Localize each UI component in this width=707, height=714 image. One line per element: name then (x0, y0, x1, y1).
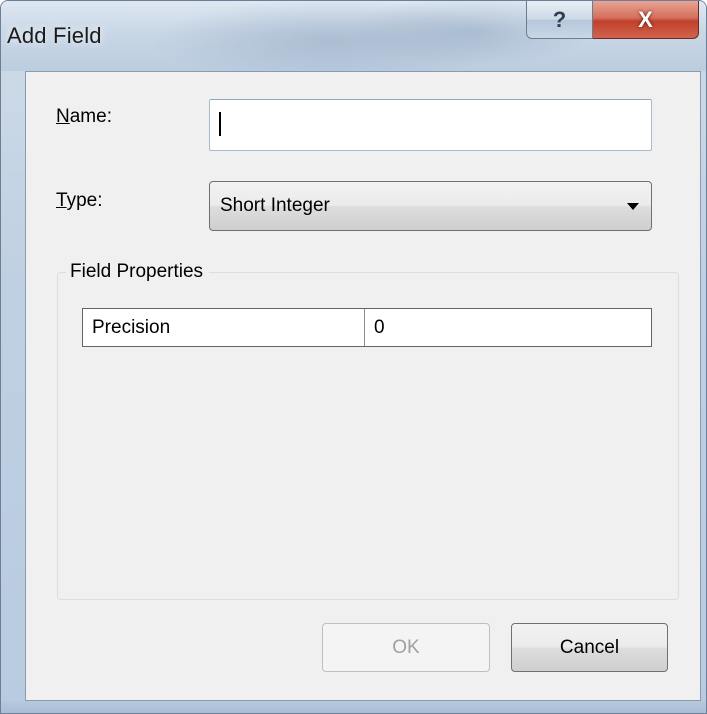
ok-button[interactable]: OK (322, 623, 490, 672)
close-icon: X (638, 6, 653, 32)
type-label: Type: (56, 190, 102, 212)
property-name-cell: Precision (83, 309, 365, 346)
close-button[interactable]: X (593, 1, 699, 39)
type-label-mnemonic: T (56, 190, 67, 211)
add-field-dialog: Add Field ? X Name: Type: Short Integer … (0, 0, 707, 714)
name-label-mnemonic: N (56, 106, 70, 127)
chevron-down-icon[interactable] (627, 203, 639, 210)
help-icon: ? (552, 6, 567, 32)
help-button[interactable]: ? (526, 1, 593, 39)
type-dropdown-value: Short Integer (220, 195, 330, 216)
cancel-button[interactable]: Cancel (511, 623, 668, 672)
name-input[interactable] (209, 99, 652, 151)
dialog-body: Name: Type: Short Integer Field Properti… (25, 71, 701, 701)
type-dropdown[interactable]: Short Integer (209, 181, 652, 231)
name-label-text: ame: (69, 106, 112, 127)
name-label: Name: (56, 106, 112, 128)
title-bar[interactable]: Add Field ? X (1, 1, 706, 71)
property-row[interactable]: Precision 0 (82, 308, 652, 347)
window-bottom-border (1, 701, 706, 713)
text-caret (219, 112, 221, 136)
property-value-cell[interactable]: 0 (365, 309, 651, 346)
caption-buttons: ? X (526, 1, 701, 41)
dialog-title: Add Field (7, 23, 102, 48)
field-properties-title: Field Properties (66, 261, 210, 283)
type-label-text: ype: (66, 190, 103, 211)
